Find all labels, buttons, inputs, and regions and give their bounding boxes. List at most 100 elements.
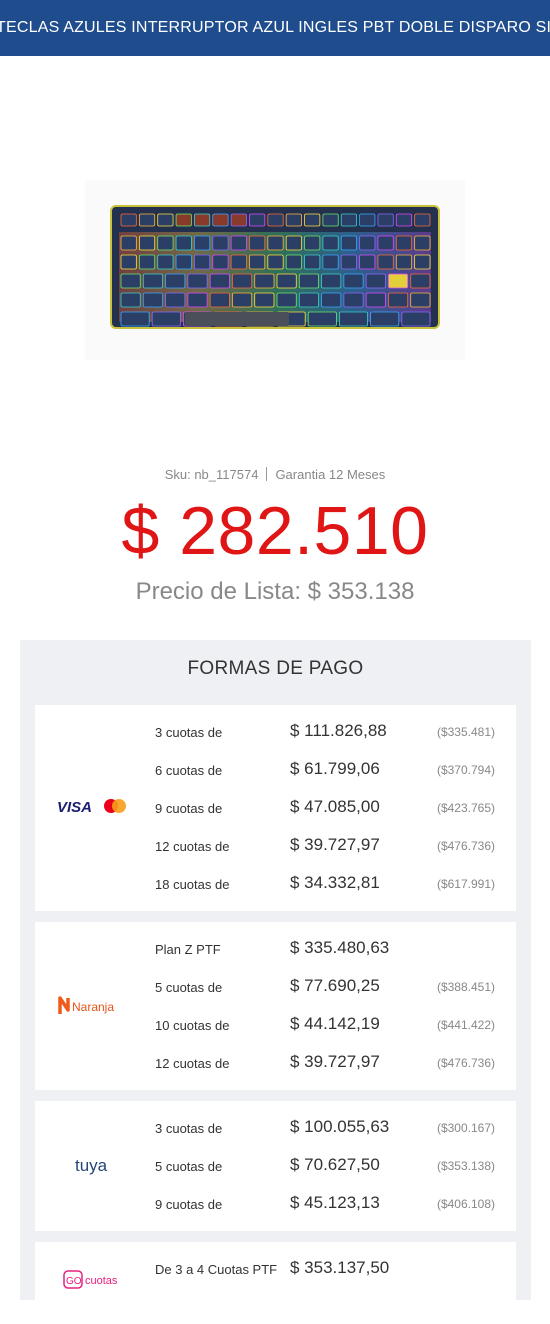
keycap [365,292,386,308]
installment-amount: $ 39.727,97 [290,1052,380,1071]
keycap [120,273,141,289]
installment-amount: $ 111.826,88 [290,721,387,740]
installment-total: ($353.138) [436,1159,495,1173]
installment-label: 9 cuotas de [155,1197,223,1212]
installment-row: 9 cuotas de $ 45.123,13 ($406.108) [35,1185,516,1223]
installment-amount: $ 44.142,19 [290,1014,380,1033]
keycap [165,292,186,308]
keycap [322,254,339,270]
list-price: Precio de Lista: $ 353.138 [135,578,415,605]
keycap [157,213,174,227]
keycap [249,254,266,270]
keycap [321,273,342,289]
keycap [340,254,357,270]
installment-row: 12 cuotas de $ 39.727,97 ($476.736) [35,827,516,865]
keycap [209,273,230,289]
keycap [157,254,174,270]
installment-row: 3 cuotas de $ 111.826,88 ($335.481) [35,713,516,751]
keycap [359,254,376,270]
keycap [175,254,192,270]
keycap [187,273,208,289]
installment-total: ($423.765) [436,801,495,815]
installment-row: 6 cuotas de $ 61.799,06 ($370.794) [35,751,516,789]
keycap [395,254,413,270]
warranty-text: Garantia 12 Meses [275,467,386,482]
installment-label: 12 cuotas de [155,1056,230,1071]
keycap [307,311,337,327]
keycap [232,292,253,308]
keycap [322,213,339,227]
installment-amount: $ 100.055,63 [290,1117,390,1136]
keycap [142,273,163,289]
keycap [194,235,211,251]
installment-label: 3 cuotas de [155,725,223,740]
keycap [359,213,376,227]
keycap [120,311,150,327]
installment-label: 5 cuotas de [155,1159,223,1174]
installment-amount: $ 77.690,25 [290,976,380,995]
keycap [212,213,229,227]
payment-methods-title: FORMAS DE PAGO [187,658,364,679]
payment-card-tuya: tuya 3 cuotas de $ 100.055,63 ($300.167)… [35,1101,516,1231]
installment-label: 6 cuotas de [155,763,223,778]
keycap [187,292,208,308]
keycap [157,235,174,251]
keycap [120,292,141,308]
keycap [267,213,284,227]
payment-methods-panel: FORMAS DE PAGO VISA 3 cuotas de $ 111.82… [20,640,531,1300]
keycap [285,254,302,270]
keycap [230,235,247,251]
installment-label: 3 cuotas de [155,1121,223,1136]
installment-total: ($617.991) [436,877,495,891]
keycap [304,235,321,251]
keycap [338,311,368,327]
installment-row: 5 cuotas de $ 77.690,25 ($388.451) [35,968,516,1006]
product-image [85,180,465,360]
installment-amount: $ 45.123,13 [290,1193,380,1212]
installment-total: ($476.736) [436,1056,495,1070]
keycap [321,292,342,308]
keycap [359,235,376,251]
keycap [298,273,319,289]
keycap [120,254,137,270]
keycap [254,273,275,289]
keycap [343,292,364,308]
keycap [414,235,431,251]
keycap [285,213,302,227]
payment-card-naranja: Naranja Plan Z PTF $ 335.480,63 5 cuotas… [35,922,516,1090]
keycap [276,273,297,289]
keycap [212,235,229,251]
installment-amount: $ 335.480,63 [290,938,390,957]
installment-label: 18 cuotas de [155,877,230,892]
keycap [142,292,163,308]
installment-row: 12 cuotas de $ 39.727,97 ($476.736) [35,1044,516,1082]
keycap [298,292,319,308]
keycap [340,235,357,251]
keycap [138,235,156,251]
keycap [249,213,266,227]
keycap [165,273,186,289]
keycap [120,213,137,227]
sku-warranty-line: Sku: nb_117574 Garantia 12 Meses [0,467,550,482]
installment-row: 18 cuotas de $ 34.332,81 ($617.991) [35,865,516,903]
keycap [267,235,284,251]
installment-label: 10 cuotas de [155,1018,230,1033]
keycap [267,254,284,270]
keycap [304,254,321,270]
keycap [138,254,156,270]
installment-row: 3 cuotas de $ 100.055,63 ($300.167) [35,1109,516,1147]
installment-total: ($388.451) [436,980,495,994]
keycap [340,213,357,227]
keycap [370,311,400,327]
installment-label: 5 cuotas de [155,980,223,995]
installment-label: Plan Z PTF [155,942,221,957]
keycap [395,235,413,251]
payment-card-visa-mastercard: VISA 3 cuotas de $ 111.826,88 ($335.481)… [35,705,516,911]
keycap [254,292,275,308]
keycap [377,254,394,270]
installment-row: De 3 a 4 Cuotas PTF $ 353.137,50 [35,1250,516,1288]
keycap [212,254,229,270]
separator [266,467,268,481]
keycap [230,213,247,227]
keycap [388,273,409,289]
